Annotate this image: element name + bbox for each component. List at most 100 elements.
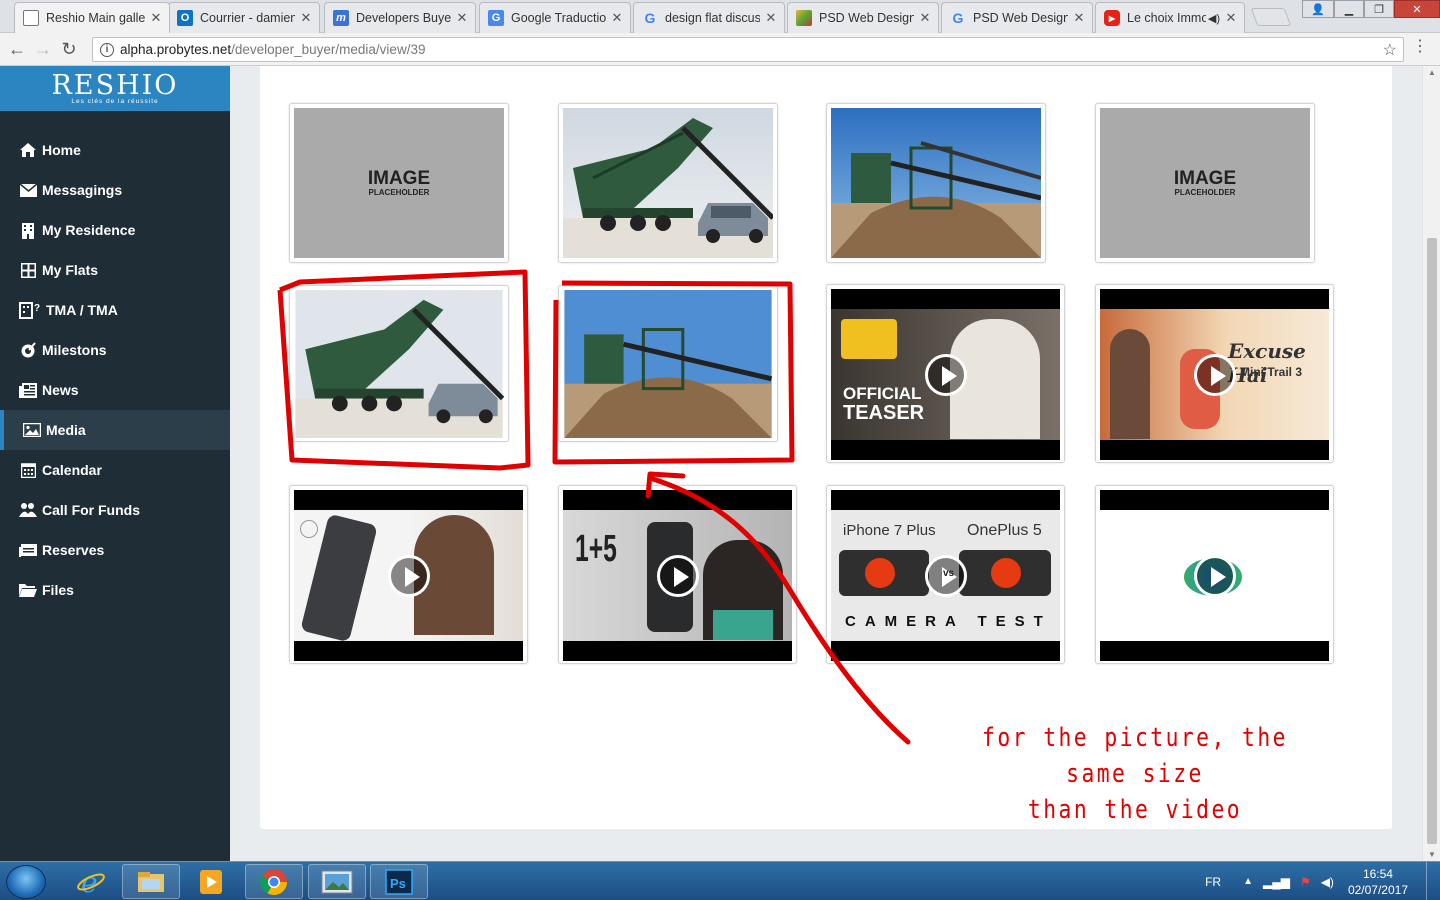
sidebar-item-home[interactable]: Home [0,130,230,170]
show-desktop-button[interactable] [1426,862,1440,900]
machine-photo [563,108,773,258]
tab-courrier[interactable]: O Courrier - damien ✕ [168,2,320,33]
sidebar-item-calendar[interactable]: Calendar [0,450,230,490]
logo[interactable]: RESHIO Les clés de la réussite [0,66,230,111]
address-bar[interactable]: i alpha.probytes.net/developer_buyer/med… [92,37,1404,62]
play-icon[interactable] [656,554,699,597]
close-window-button[interactable]: ✕ [1394,0,1440,18]
clock[interactable]: 16:54 02/07/2017 [1348,866,1408,898]
sidebar-item-tma[interactable]: ? TMA / TMA [0,290,230,330]
close-icon[interactable]: ✕ [299,10,313,26]
envelope-icon [18,181,38,199]
browser-toolbar: ← → ↻ i alpha.probytes.net/developer_buy… [0,33,1440,66]
google-icon: G [952,10,964,26]
play-icon[interactable] [924,353,967,396]
close-icon[interactable]: ✕ [610,10,624,26]
sidebar-item-news[interactable]: News [0,370,230,410]
sidebar-menu: Home Messagings My Residence My Flats ? … [0,130,230,610]
scroll-up-icon[interactable]: ▲ [1428,68,1436,77]
gallery-tile-video-teaser[interactable]: OFFICIAL TEASER [826,284,1065,463]
action-center-icon[interactable]: ⚑ [1300,875,1311,889]
sidebar-item-my-residence[interactable]: My Residence [0,210,230,250]
psd-icon [796,10,812,26]
gallery-tile-video-camera-test[interactable]: iPhone 7 Plus OnePlus 5 CAMERA TEST vs [826,485,1065,664]
system-tray: FR ▲ ▂▄▆ ⚑ ◀) 16:54 02/07/2017 [1205,862,1440,900]
crusher-photo [563,290,773,438]
windows-taskbar: e Ps FR ▲ ▂▄▆ ⚑ ◀) 16:54 02/07/2017 [0,861,1440,900]
media-player-icon[interactable] [182,864,240,899]
close-icon[interactable]: ✕ [1072,10,1086,26]
sidebar-item-files[interactable]: Files [0,570,230,610]
back-icon[interactable]: ← [4,39,30,60]
video-thumbnail: 1+5 [563,490,792,661]
close-icon[interactable]: ✕ [1224,10,1238,26]
close-icon[interactable]: ✕ [918,10,932,26]
scroll-thumb[interactable] [1427,238,1437,844]
forward-icon[interactable]: → [30,39,56,60]
gallery-tile-image-placeholder[interactable]: IMAGE PLACEHOLDER [289,103,509,263]
internet-explorer-icon[interactable]: e [62,864,120,899]
sidebar: RESHIO Les clés de la réussite Home Mess… [0,66,230,861]
gallery-tile-machine-photo[interactable] [289,285,509,442]
play-icon[interactable] [1193,554,1236,597]
tray-arrow-icon[interactable]: ▲ [1243,876,1253,887]
image-icon [22,421,42,439]
tab-psd-web-design-1[interactable]: PSD Web Design ✕ [787,2,939,33]
close-icon[interactable]: ✕ [455,10,469,26]
photo-viewer-icon[interactable] [308,864,366,899]
gallery-tile-video-oneplus[interactable]: 1+5 [558,485,797,664]
chrome-icon[interactable] [245,864,303,899]
reload-icon[interactable]: ↻ [56,39,82,60]
url-path: /developer_buyer/media/view/39 [231,42,426,57]
tab-le-choix-immo[interactable]: ▶ Le choix Immo ◀) ✕ [1095,2,1245,33]
grid-icon [18,261,38,279]
sidebar-item-messagings[interactable]: Messagings [0,170,230,210]
tab-reshio[interactable]: Reshio Main galle ✕ [14,2,170,33]
svg-text:Ps: Ps [390,876,406,891]
sidebar-item-media[interactable]: Media [0,410,230,450]
photoshop-icon[interactable]: Ps [370,864,428,899]
info-icon[interactable]: i [100,42,114,57]
reserves-icon [18,541,38,559]
speaker-icon[interactable]: ◀) [1208,12,1220,25]
restore-button[interactable]: ❐ [1364,0,1394,18]
gallery-tile-video-phone[interactable] [289,485,528,664]
gallery-tile-crusher-photo[interactable] [558,285,778,442]
tab-psd-web-design-2[interactable]: G PSD Web Design ✕ [941,2,1093,33]
newspaper-icon [18,381,38,399]
m-icon: m [333,10,349,26]
tab-design-flat[interactable]: G design flat discus ✕ [633,2,785,33]
new-tab-button[interactable] [1250,8,1292,26]
user-icon[interactable]: 👤 [1302,0,1334,18]
network-icon[interactable]: ▂▄▆ [1263,875,1290,889]
gallery-tile-image-placeholder[interactable]: IMAGE PLACEHOLDER [1095,103,1315,263]
play-icon[interactable] [387,554,430,597]
google-icon: G [644,10,656,26]
youtube-icon: ▶ [1104,10,1120,26]
play-icon[interactable] [1193,353,1236,396]
sidebar-item-call-for-funds[interactable]: Call For Funds [0,490,230,530]
close-icon[interactable]: ✕ [149,10,163,26]
sidebar-item-my-flats[interactable]: My Flats [0,250,230,290]
gallery-tile-video-excuse[interactable]: Excuse Hai Mini Trail 3 [1095,284,1334,463]
page-scrollbar[interactable]: ▲ ▼ [1422,66,1440,861]
close-icon[interactable]: ✕ [764,10,778,26]
gallery-tile-video-logo[interactable] [1095,485,1334,664]
bookmark-star-icon[interactable]: ☆ [1383,40,1397,60]
start-button[interactable] [6,865,46,899]
tab-developers-buyer[interactable]: m Developers Buyer ✕ [324,2,476,33]
language-indicator[interactable]: FR [1205,875,1221,889]
window-controls: 👤 ▁ ❐ ✕ [1302,0,1440,18]
volume-icon[interactable]: ◀) [1321,875,1334,889]
image-placeholder: IMAGE PLACEHOLDER [294,108,504,258]
minimize-button[interactable]: ▁ [1334,0,1364,18]
scroll-down-icon[interactable]: ▼ [1428,850,1436,859]
menu-kebab-icon[interactable]: ⋮ [1412,39,1428,55]
gallery-tile-machine-photo[interactable] [558,103,778,263]
crusher-photo [831,108,1041,258]
gallery-tile-crusher-photo[interactable] [826,103,1046,263]
file-explorer-icon[interactable] [122,864,180,899]
sidebar-item-reserves[interactable]: Reserves [0,530,230,570]
tab-google-traduction[interactable]: G Google Traductio ✕ [479,2,631,33]
sidebar-item-milestons[interactable]: Milestons [0,330,230,370]
